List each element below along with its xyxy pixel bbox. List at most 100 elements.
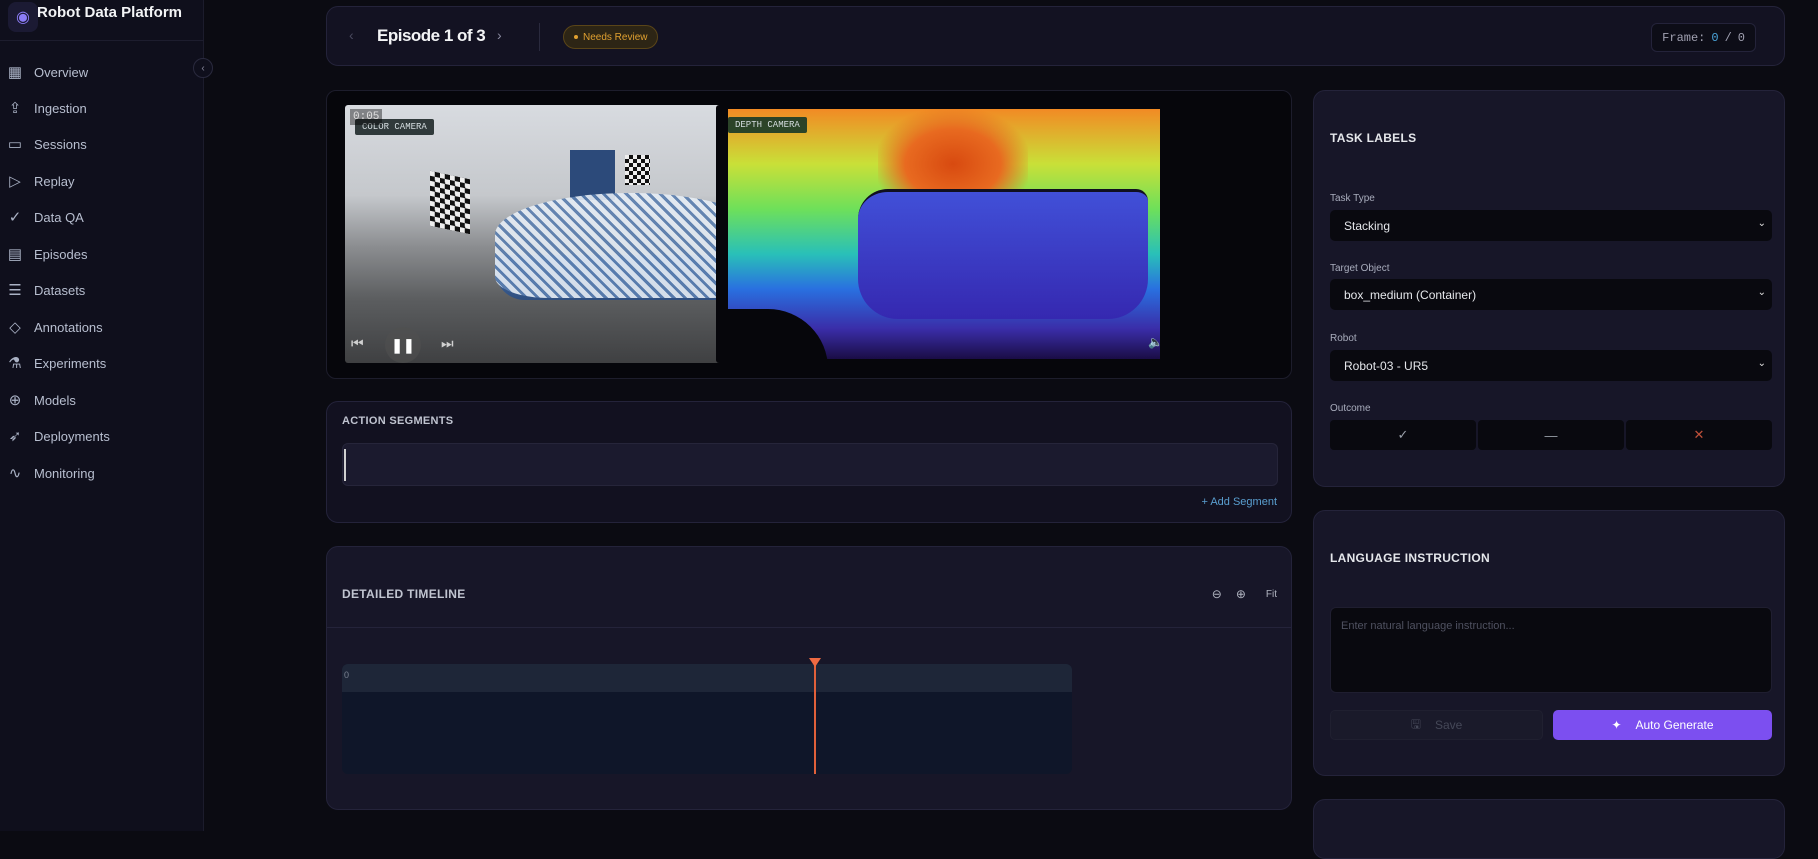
- divider: [0, 40, 204, 41]
- instruction-input[interactable]: Enter natural language instruction...: [1330, 607, 1772, 693]
- language-instruction-panel: LANGUAGE INSTRUCTION Enter natural langu…: [1313, 510, 1785, 776]
- robot-select[interactable]: Robot-03 - UR5 ⌄: [1330, 350, 1772, 381]
- brain-logo-icon: ◉: [8, 2, 38, 32]
- save-button[interactable]: 🖫 Save: [1330, 710, 1543, 740]
- timeline-ruler: [342, 664, 1072, 692]
- detailed-timeline-panel: DETAILED TIMELINE ⊖ ⊕ Fit 0: [326, 546, 1292, 810]
- target-object-label: Target Object: [1330, 263, 1390, 274]
- flask-icon: ⚗: [8, 355, 22, 372]
- sidebar-item-monitoring[interactable]: ∿ Monitoring: [0, 458, 200, 488]
- frame-counter: Frame: 0 / 0: [1651, 23, 1756, 52]
- auto-generate-button[interactable]: ✦ Auto Generate: [1553, 710, 1772, 740]
- chevron-down-icon: ⌄: [1757, 218, 1766, 229]
- checkerboard: [625, 155, 650, 185]
- checkerboard: [430, 170, 470, 235]
- fit-button[interactable]: Fit: [1266, 589, 1277, 600]
- sidebar-item-experiments[interactable]: ⚗ Experiments: [0, 348, 200, 378]
- frame-total: 0: [1737, 30, 1745, 45]
- sidebar-item-label: Ingestion: [34, 100, 87, 116]
- auto-generate-label: Auto Generate: [1635, 718, 1714, 732]
- playhead[interactable]: [814, 660, 816, 774]
- chevron-down-icon: ⌄: [1757, 358, 1766, 369]
- sidebar-item-replay[interactable]: ▷ Replay: [0, 166, 200, 196]
- task-type-select[interactable]: Stacking ⌄: [1330, 210, 1772, 241]
- activity-icon: ∿: [8, 465, 22, 482]
- sidebar-item-label: Overview: [34, 64, 89, 80]
- divider: [539, 23, 540, 51]
- sidebar-item-data-qa[interactable]: ✓ Data QA: [0, 202, 200, 232]
- chevron-down-icon: ⌄: [1757, 287, 1766, 298]
- divider: [327, 627, 1291, 628]
- depth-camera-view[interactable]: DEPTH CAMERA 🔈: [716, 105, 1175, 363]
- episode-header: ‹ Episode 1 of 3 › Needs Review Frame: 0 /…: [326, 6, 1785, 66]
- outcome-fail-button[interactable]: ✕: [1626, 420, 1772, 450]
- sidebar-item-annotations[interactable]: ◇ Annotations: [0, 312, 200, 342]
- skip-back-icon[interactable]: ⏮: [351, 335, 364, 352]
- sidebar-item-label: Experiments: [34, 355, 107, 371]
- sidebar-item-label: Models: [34, 392, 76, 408]
- status-text: Needs Review: [583, 31, 648, 43]
- status-badge: Needs Review: [563, 25, 659, 49]
- save-icon: 🖫: [1410, 716, 1421, 731]
- video-icon: ▭: [7, 136, 23, 153]
- outcome-label: Outcome: [1330, 403, 1371, 414]
- next-panel: [1313, 799, 1785, 859]
- save-label: Save: [1434, 718, 1463, 732]
- skip-forward-icon[interactable]: ⏭: [441, 335, 454, 352]
- sidebar-item-datasets[interactable]: ☰ Datasets: [0, 275, 200, 305]
- collapse-sidebar-button[interactable]: ‹: [193, 58, 213, 78]
- zoom-out-icon[interactable]: ⊖: [1212, 587, 1222, 601]
- frame-label: Frame:: [1662, 30, 1706, 45]
- target-object-select[interactable]: box_medium (Container) ⌄: [1330, 279, 1772, 310]
- upload-icon: ⇪: [8, 100, 22, 117]
- timeline-track[interactable]: 0: [342, 664, 1072, 774]
- outcome-toggle: ✓ — ✕: [1330, 420, 1772, 450]
- volume-icon[interactable]: 🔈: [1148, 335, 1163, 349]
- segment-cursor: [344, 449, 346, 481]
- timeline-tools: ⊖ ⊕ Fit: [1212, 587, 1277, 601]
- sidebar-item-label: Replay: [34, 173, 75, 189]
- sidebar-item-deployments[interactable]: ➶ Deployments: [0, 421, 200, 451]
- outcome-success-button[interactable]: ✓: [1330, 420, 1476, 450]
- tag-icon: ◇: [9, 319, 21, 336]
- sidebar-item-sessions[interactable]: ▭ Sessions: [0, 129, 200, 159]
- play-icon: ▷: [9, 173, 21, 190]
- sidebar-item-label: Monitoring: [34, 465, 95, 481]
- prev-episode-button[interactable]: ‹: [349, 27, 354, 43]
- frame-separator: /: [1724, 30, 1732, 45]
- sidebar-item-overview[interactable]: ▦ Overview: [0, 57, 200, 87]
- next-episode-button[interactable]: ›: [497, 27, 502, 43]
- outcome-neutral-button[interactable]: —: [1478, 420, 1624, 450]
- section-title: DETAILED TIMELINE: [342, 587, 466, 601]
- playhead-handle-icon[interactable]: [809, 658, 821, 667]
- task-labels-panel: TASK LABELS Task Type Stacking ⌄ Target O…: [1313, 90, 1785, 487]
- add-segment-button[interactable]: + Add Segment: [1201, 496, 1277, 508]
- sidebar: ◉ Robot Data Platform ▦ Overview ⇪ Ingesti…: [0, 0, 204, 831]
- select-value: Robot-03 - UR5: [1344, 358, 1429, 373]
- check-circle-icon: ✓: [8, 209, 22, 226]
- zoom-in-icon[interactable]: ⊕: [1236, 587, 1246, 601]
- sidebar-item-episodes[interactable]: ▤ Episodes: [0, 239, 200, 269]
- sidebar-item-label: Annotations: [34, 319, 103, 335]
- video-player: COLOR CAMERA 0:05 ⏮ ❚❚ ⏭ DEPTH CAMERA 🔈: [326, 90, 1292, 379]
- segment-track[interactable]: [342, 443, 1278, 486]
- status-dot-icon: [574, 35, 578, 39]
- action-segments-panel: ACTION SEGMENTS + Add Segment: [326, 401, 1292, 523]
- sidebar-item-label: Deployments: [34, 428, 110, 444]
- depth-shadow: [728, 309, 828, 363]
- database-icon: ☰: [8, 282, 22, 299]
- ruler-tick-label: 0: [344, 670, 350, 680]
- section-title: ACTION SEGMENTS: [342, 415, 454, 427]
- robot-label: Robot: [1330, 333, 1357, 344]
- frame-current: 0: [1711, 30, 1719, 45]
- select-value: Stacking: [1344, 218, 1391, 233]
- sparkles-icon: ✦: [1611, 718, 1622, 732]
- video-time: 0:05: [350, 109, 383, 125]
- pause-button[interactable]: ❚❚: [385, 327, 421, 363]
- depth-map: [728, 109, 1160, 363]
- select-value: box_medium (Container): [1344, 287, 1477, 302]
- sidebar-item-models[interactable]: ⊕ Models: [0, 385, 200, 415]
- sidebar-item-ingestion[interactable]: ⇪ Ingestion: [0, 93, 200, 123]
- episode-title: Episode 1 of 3: [377, 26, 486, 45]
- depth-camera-label: DEPTH CAMERA: [728, 117, 807, 133]
